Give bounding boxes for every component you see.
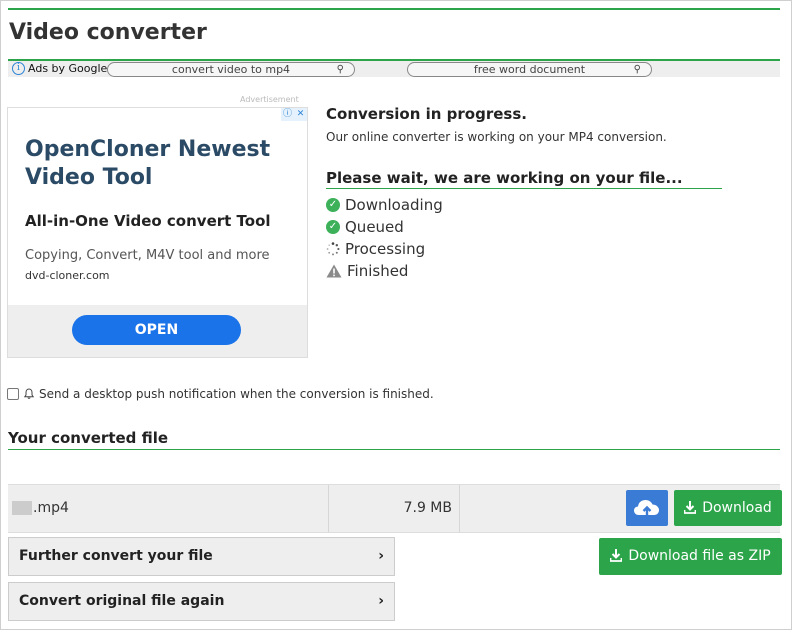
push-notification-option[interactable]: Send a desktop push notification when th…	[7, 387, 434, 401]
top-divider	[8, 8, 780, 10]
converted-file-title: Your converted file	[8, 429, 169, 447]
download-label: Download	[702, 500, 772, 516]
ad-close-icon[interactable]: ✕	[294, 108, 307, 121]
file-extension: .mp4	[33, 500, 69, 516]
check-icon: ✓	[326, 198, 340, 212]
step-downloading: ✓ Downloading	[326, 194, 443, 216]
step-label: Queued	[345, 218, 404, 236]
download-icon	[610, 549, 623, 562]
step-label: Downloading	[345, 196, 443, 214]
ad-card[interactable]: ⓘ ✕ OpenCloner Newest Video Tool All-in-…	[7, 107, 308, 358]
cloud-upload-button[interactable]	[626, 490, 668, 526]
notification-label[interactable]: Send a desktop push notification when th…	[39, 387, 434, 401]
info-icon: i	[12, 62, 25, 75]
step-label: Finished	[347, 262, 409, 280]
ad-choices[interactable]: ⓘ ✕	[281, 108, 307, 121]
download-button[interactable]: Download	[674, 490, 782, 526]
download-zip-button[interactable]: Download file as ZIP	[599, 538, 782, 575]
ad-open-button[interactable]: OPEN	[72, 315, 241, 345]
ad-search-pill-2-label: free word document	[473, 63, 586, 76]
file-row: .mp4 7.9 MB Download	[8, 484, 782, 533]
convert-again-button[interactable]: Convert original file again ›	[8, 582, 395, 621]
chevron-right-icon: ›	[378, 593, 384, 609]
spinner-icon	[326, 242, 340, 256]
chevron-right-icon: ›	[378, 548, 384, 564]
ad-info-icon[interactable]: ⓘ	[281, 108, 294, 121]
ad-url[interactable]: dvd-cloner.com	[25, 269, 110, 282]
ad-link-bar: i Ads by Google convert video to mp4 ⚲ f…	[8, 61, 780, 77]
ads-by-label: Ads by Google	[28, 62, 108, 75]
redacted-filename	[12, 501, 32, 515]
page-title: Video converter	[9, 20, 207, 45]
check-icon: ✓	[326, 220, 340, 234]
conversion-description: Our online converter is working on your …	[326, 130, 667, 144]
conversion-title: Conversion in progress.	[326, 105, 527, 123]
bell-icon	[23, 388, 35, 399]
progress-steps: ✓ Downloading ✓ Queued Processing Finish…	[326, 194, 443, 282]
ad-description: Copying, Convert, M4V tool and more	[25, 248, 270, 263]
cloud-upload-icon	[634, 500, 659, 517]
ad-search-pill-1-label: convert video to mp4	[171, 63, 291, 76]
ad-search-pill-2[interactable]: free word document ⚲	[407, 62, 652, 77]
advertisement-label: Advertisement	[240, 95, 299, 104]
further-convert-label: Further convert your file	[19, 548, 213, 564]
ads-by-google[interactable]: i Ads by Google	[12, 62, 107, 75]
ad-headline[interactable]: OpenCloner Newest Video Tool	[25, 136, 285, 192]
file-name-cell: .mp4	[8, 485, 329, 532]
ad-footer: OPEN	[8, 305, 307, 357]
further-convert-button[interactable]: Further convert your file ›	[8, 537, 395, 576]
step-processing: Processing	[326, 238, 443, 260]
ad-subtitle: All-in-One Video convert Tool	[25, 212, 271, 230]
download-icon	[684, 501, 697, 514]
search-icon: ⚲	[336, 64, 344, 75]
ad-search-pill-1[interactable]: convert video to mp4 ⚲	[107, 62, 355, 77]
notification-checkbox[interactable]	[7, 388, 19, 400]
wait-title: Please wait, we are working on your file…	[326, 169, 683, 187]
search-icon: ⚲	[633, 64, 641, 75]
file-size-cell: 7.9 MB	[329, 485, 460, 532]
convert-again-label: Convert original file again	[19, 593, 225, 609]
converted-divider	[8, 449, 780, 450]
step-finished: Finished	[326, 260, 443, 282]
step-queued: ✓ Queued	[326, 216, 443, 238]
step-label: Processing	[345, 240, 426, 258]
warning-icon	[326, 264, 342, 278]
download-zip-label: Download file as ZIP	[628, 548, 771, 564]
wait-divider	[326, 188, 722, 189]
